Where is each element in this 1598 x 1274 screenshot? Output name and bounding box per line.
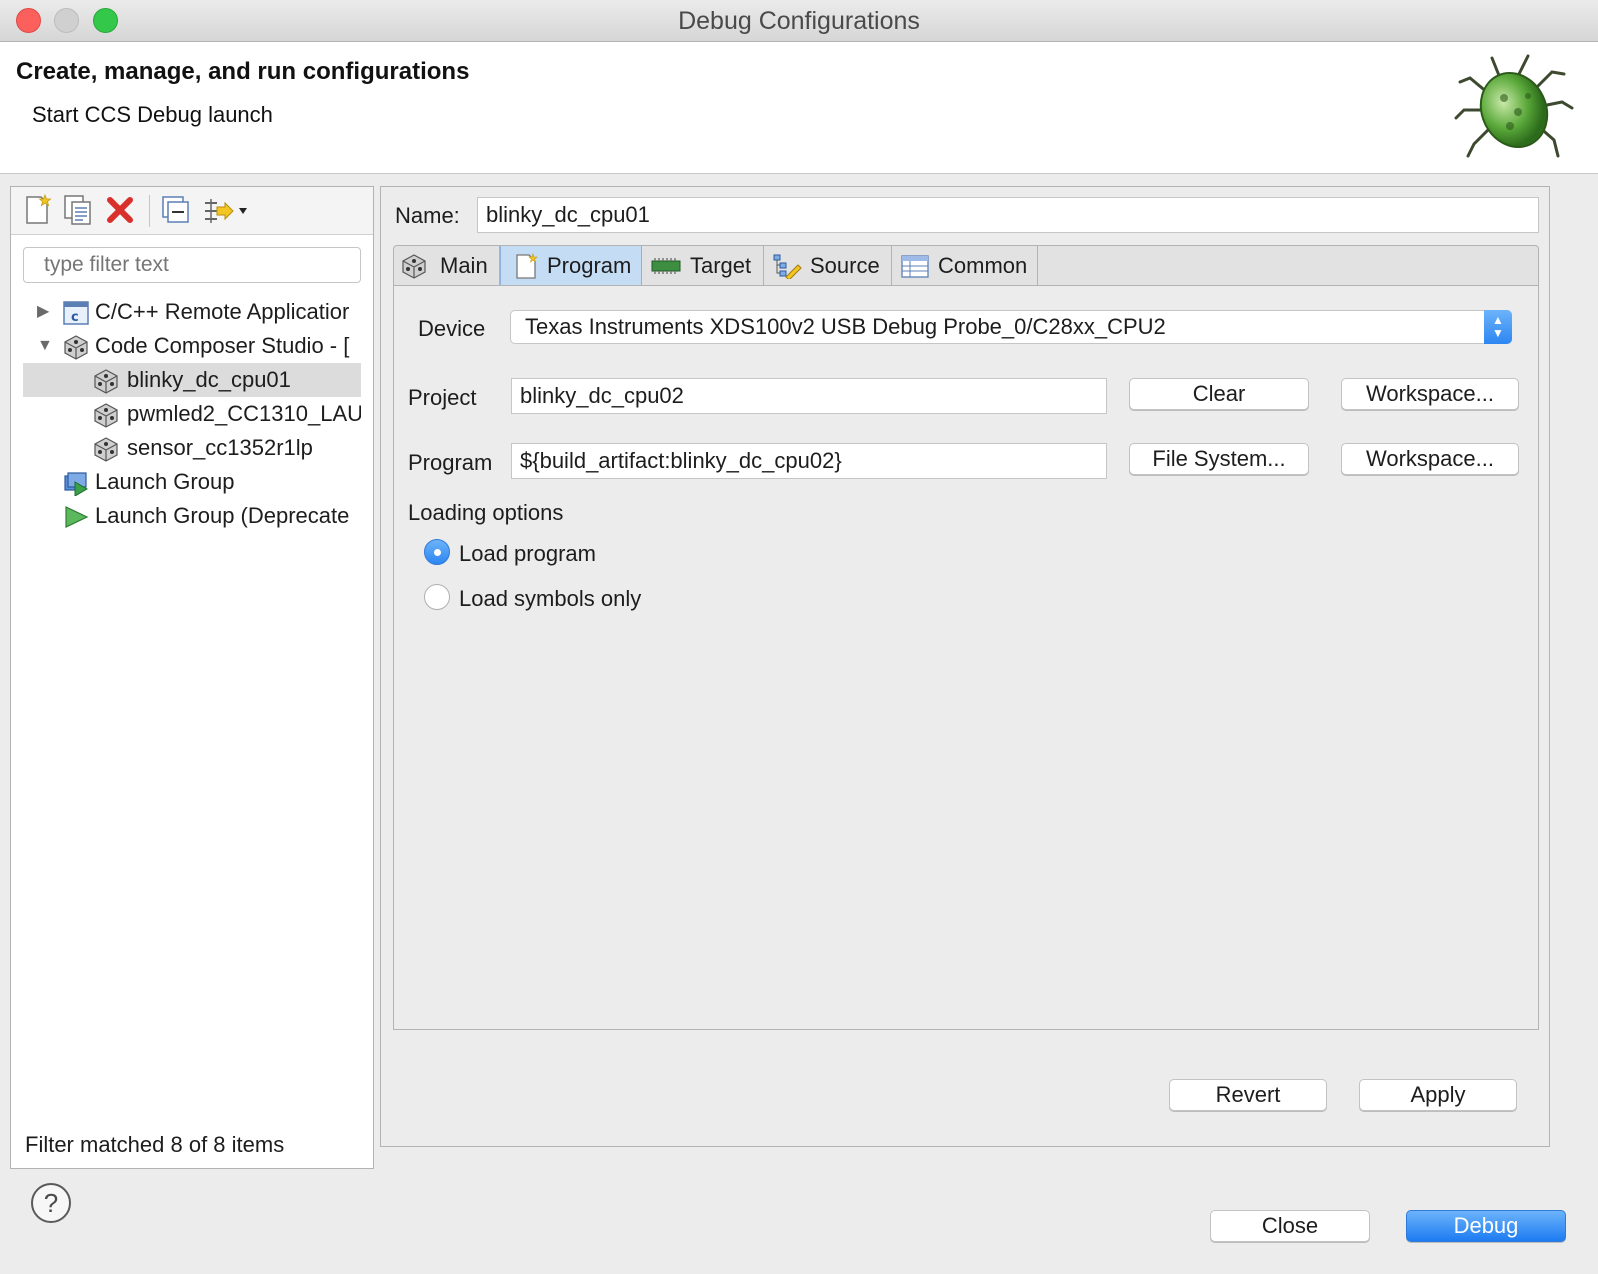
filter-input[interactable] [23, 247, 361, 283]
ccs-cube-icon [64, 335, 88, 360]
tab-label: Source [810, 253, 880, 278]
tab-label: Common [938, 253, 1028, 278]
tree-item-label: C/C++ Remote Applicatior [95, 299, 350, 324]
duplicate-configuration-icon[interactable] [61, 193, 95, 227]
device-select-value: Texas Instruments XDS100v2 USB Debug Pro… [525, 314, 1166, 339]
program-label: Program [408, 450, 493, 475]
tree-item-code-composer-studio[interactable]: ▼ Code Composer Studio - [ [23, 329, 361, 363]
tab-label: Target [690, 253, 752, 278]
debug-bug-icon [1454, 54, 1574, 158]
tree-item-label: Launch Group (Deprecate [95, 503, 350, 528]
project-label: Project [408, 385, 477, 410]
tree-item-label: Code Composer Studio - [ [95, 333, 350, 358]
tab-main[interactable]: Main [394, 246, 500, 285]
name-label: Name: [395, 203, 460, 228]
help-icon[interactable]: ? [31, 1183, 71, 1223]
ccs-cube-icon [94, 403, 118, 428]
file-system-button[interactable]: File System... [1129, 443, 1309, 475]
chevron-updown-icon: ▲ ▼ [1484, 310, 1512, 344]
tab-common[interactable]: Common [892, 246, 1038, 285]
dialog-header: Create, manage, and run configurations S… [0, 42, 1598, 174]
program-workspace-button[interactable]: Workspace... [1341, 443, 1519, 475]
config-tab-bar: Main Program Target Source Common [393, 245, 1539, 285]
device-label: Device [418, 316, 486, 341]
new-configuration-icon[interactable] [21, 193, 55, 227]
tree-item-cpp-remote[interactable]: ▶ c C/C++ Remote Applicatior [23, 295, 361, 329]
tab-label: Main [440, 253, 488, 278]
tree-item-launch-group-deprecated[interactable]: Launch Group (Deprecate [23, 499, 361, 533]
svg-text:c: c [71, 310, 79, 325]
project-workspace-button[interactable]: Workspace... [1341, 378, 1519, 410]
load-program-label: Load program [459, 541, 596, 566]
ccs-cube-icon [94, 369, 118, 394]
tree-item-pwmled2[interactable]: pwmled2_CC1310_LAU [23, 397, 361, 431]
window-title: Debug Configurations [678, 7, 920, 35]
tree-item-label: pwmled2_CC1310_LAU [127, 401, 361, 426]
load-symbols-label: Load symbols only [459, 586, 642, 611]
program-file-icon [516, 253, 538, 279]
project-input[interactable] [511, 378, 1107, 414]
header-subtitle: Start CCS Debug launch [32, 102, 273, 127]
tree-item-sensor-cc1352r1lp[interactable]: sensor_cc1352r1lp [23, 431, 361, 465]
tree-item-launch-group[interactable]: Launch Group [23, 465, 361, 499]
delete-configuration-icon[interactable] [103, 193, 137, 227]
tree-item-label: sensor_cc1352r1lp [127, 435, 313, 460]
tree-item-label: Launch Group [95, 469, 235, 494]
launch-arrow-icon [65, 506, 89, 528]
expand-arrow-icon[interactable]: ▶ [37, 295, 55, 329]
source-tree-icon [773, 254, 802, 279]
title-bar: Debug Configurations [0, 0, 1598, 42]
program-tab-content: Device Texas Instruments XDS100v2 USB De… [393, 285, 1539, 1030]
table-icon [901, 255, 929, 278]
c-config-icon: c [63, 301, 89, 325]
config-toolbar [11, 187, 373, 235]
tab-target[interactable]: Target [642, 246, 764, 285]
debug-button[interactable]: Debug [1406, 1210, 1566, 1242]
ccs-cube-icon [94, 437, 118, 462]
loading-options-label: Loading options [408, 500, 564, 525]
name-input[interactable] [477, 197, 1539, 233]
launch-group-icon [64, 472, 88, 496]
tab-source[interactable]: Source [764, 246, 892, 285]
configuration-editor-panel: Name: Main Program Target Source Common … [380, 186, 1550, 1147]
toolbar-separator [149, 195, 150, 227]
tree-item-blinky-dc-cpu01[interactable]: blinky_dc_cpu01 [23, 363, 361, 397]
filter-menu-icon[interactable] [201, 193, 249, 227]
collapse-arrow-icon[interactable]: ▼ [37, 329, 55, 363]
load-symbols-radio[interactable] [424, 584, 450, 610]
filter-status-text: Filter matched 8 of 8 items [25, 1132, 285, 1157]
configuration-tree: ▶ c C/C++ Remote Applicatior ▼ Code Comp… [23, 295, 361, 533]
revert-button[interactable]: Revert [1169, 1079, 1327, 1111]
device-select[interactable]: Texas Instruments XDS100v2 USB Debug Pro… [510, 310, 1512, 344]
tab-program[interactable]: Program [500, 246, 642, 285]
chip-icon [651, 258, 681, 274]
load-program-radio[interactable] [424, 539, 450, 565]
collapse-all-icon[interactable] [159, 193, 193, 227]
clear-button[interactable]: Clear [1129, 378, 1309, 410]
header-title: Create, manage, and run configurations [16, 58, 470, 85]
configuration-list-panel: ▶ c C/C++ Remote Applicatior ▼ Code Comp… [10, 186, 374, 1169]
close-button[interactable]: Close [1210, 1210, 1370, 1242]
tree-item-label: blinky_dc_cpu01 [127, 367, 291, 392]
apply-button[interactable]: Apply [1359, 1079, 1517, 1111]
tab-label: Program [547, 253, 632, 278]
program-input[interactable] [511, 443, 1107, 479]
cube-icon [402, 254, 426, 279]
